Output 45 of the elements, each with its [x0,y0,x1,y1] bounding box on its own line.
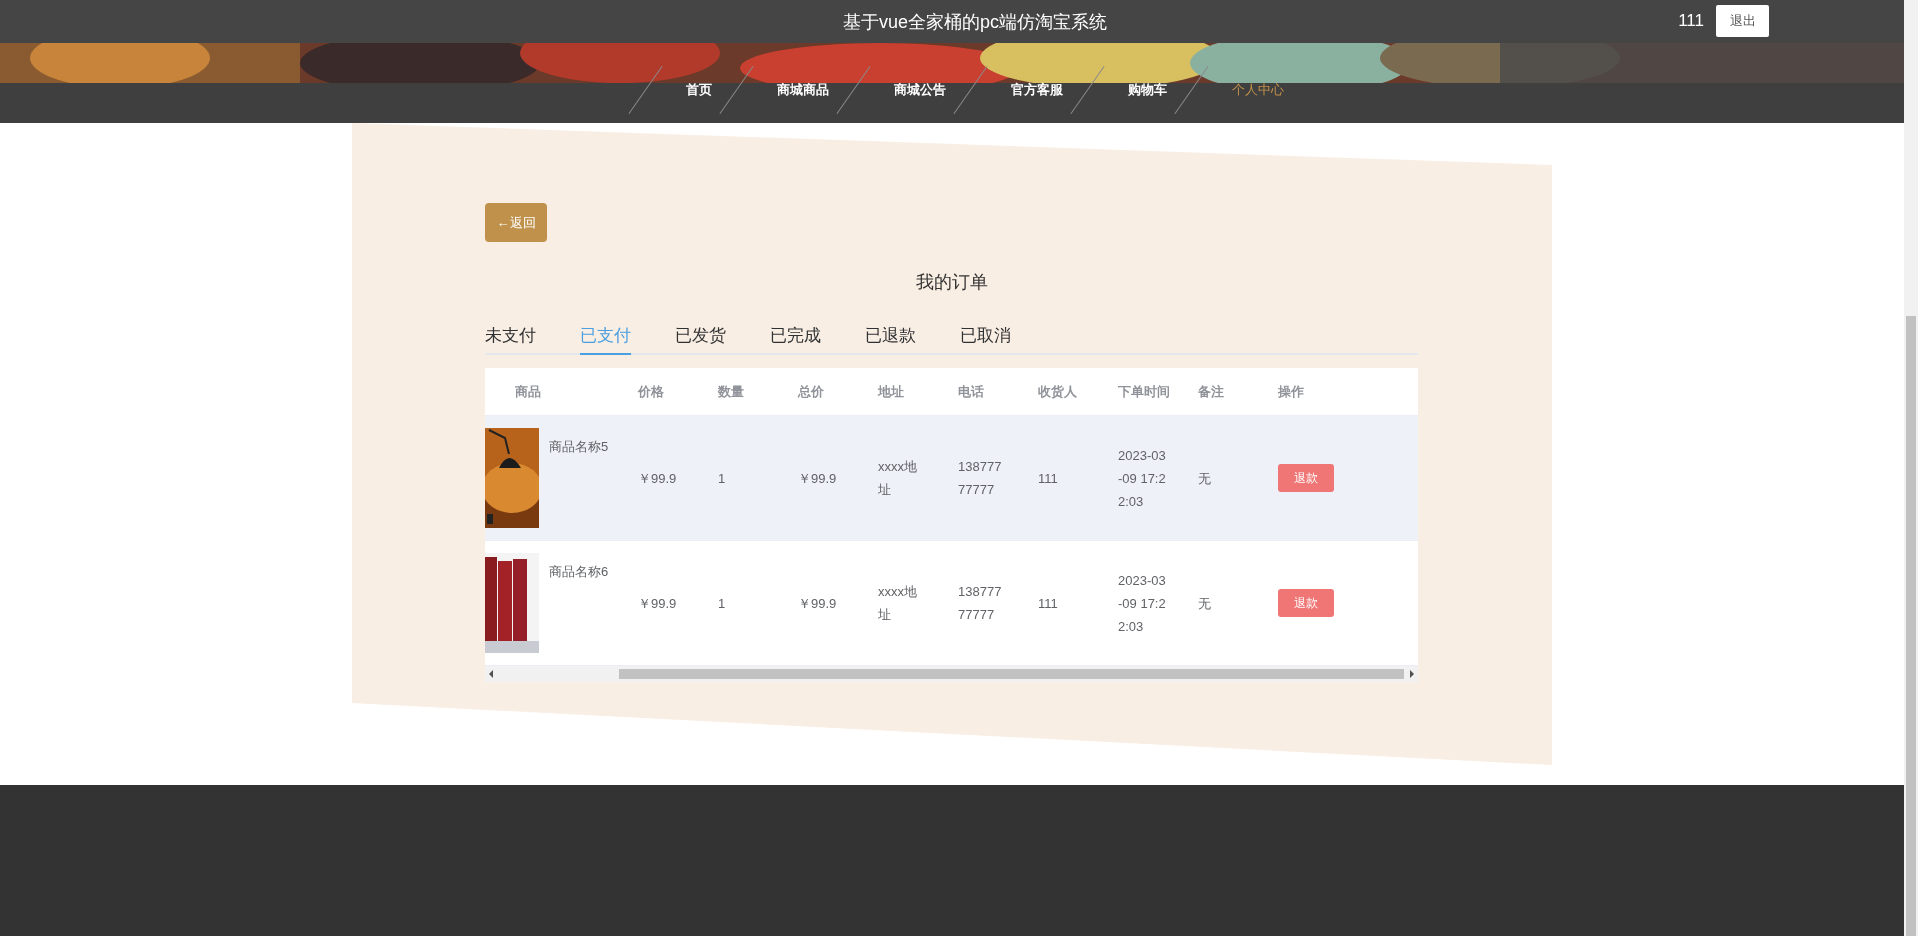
column-header: 备注 [1197,382,1225,401]
nav-link[interactable]: 官方客服 [1010,81,1063,99]
table-cell-text: ￥99.9 [797,594,838,613]
logout-button[interactable]: 退出 [1716,5,1769,37]
table-cell-text: xxxx地址 [877,458,918,499]
tab[interactable]: 未支付 [485,324,536,355]
table-cell-text: 13877777777 [957,583,1003,624]
tab[interactable]: 已发货 [675,324,726,355]
horizontal-scrollbar[interactable] [485,666,1418,682]
table-cell-text: 1 [717,594,727,613]
column-header: 总价 [796,382,825,401]
site-title: 基于vue全家桶的pc端仿淘宝系统 [842,10,1107,34]
table-cell-text: ￥99.9 [637,594,678,613]
nav-link[interactable]: 首页 [685,81,712,99]
table-cell-text: 111 [1037,594,1059,613]
page-scrollbar[interactable] [1904,0,1918,936]
tab[interactable]: 已完成 [770,324,821,355]
nav-link[interactable]: 购物车 [1127,81,1167,99]
table-cell-text: 无 [1197,594,1212,613]
table-cell-text: 13877777777 [957,458,1003,499]
table-cell-text: xxxx地址 [877,583,918,624]
nav-link[interactable]: 商城商品 [776,81,829,99]
table-cell-text: ￥99.9 [637,469,678,488]
column-header: 下单时间 [1117,382,1171,401]
nav-link[interactable]: 个人中心 [1231,81,1284,99]
product-name: 商品名称6 [549,563,609,581]
nav-link[interactable]: 商城公告 [893,81,946,99]
table-cell-text: 1 [717,469,727,488]
product-name: 商品名称5 [549,438,609,456]
column-header: 收货人 [1037,382,1078,401]
column-header: 电话 [957,382,985,401]
table-cell-text: 111 [1037,469,1059,488]
table-cell-text: 2023-03-09 17:22:03 [1117,571,1167,636]
username: 111 [1678,11,1704,31]
column-header: 操作 [1277,382,1305,401]
column-header: 数量 [717,382,745,401]
page-title: 我的订单 [914,271,989,294]
tab[interactable]: 已退款 [865,324,916,355]
table-cell-text: ￥99.9 [797,469,838,488]
column-header: 地址 [876,382,905,401]
table-cell-text: 无 [1197,469,1212,488]
column-header: 商品 [514,382,542,401]
column-header: 价格 [636,382,665,401]
table-cell-text: 2023-03-09 17:22:03 [1117,446,1167,511]
tab[interactable]: 已取消 [960,324,1011,355]
